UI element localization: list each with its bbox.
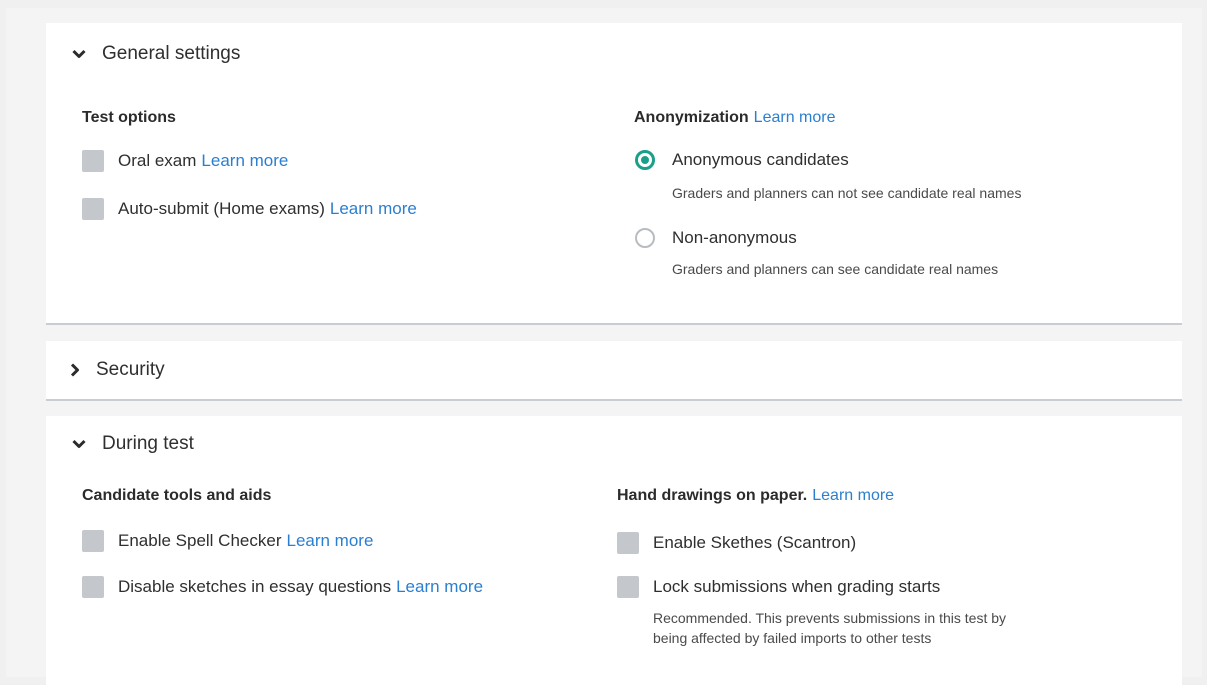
anonymization-learn-more-link[interactable]: Learn more — [754, 109, 836, 126]
during-test-panel: During test Candidate tools and aids Ena… — [46, 416, 1182, 685]
enable-sketches-checkbox[interactable] — [617, 532, 639, 554]
anonymous-candidates-radio[interactable] — [635, 150, 655, 170]
anonymous-candidates-description: Graders and planners can not see candida… — [672, 185, 1022, 201]
general-settings-title: General settings — [102, 43, 241, 64]
auto-submit-learn-more-link[interactable]: Learn more — [330, 199, 417, 219]
spell-checker-learn-more-link[interactable]: Learn more — [286, 531, 373, 551]
test-options-title: Test options — [82, 109, 176, 126]
enable-sketches-option: Enable Skethes (Scantron) — [617, 532, 856, 554]
during-test-title: During test — [102, 433, 194, 454]
during-test-header[interactable]: During test — [72, 433, 194, 455]
chevron-right-icon — [68, 363, 82, 377]
settings-page: General settings Test options Oral exam … — [6, 8, 1202, 685]
auto-submit-checkbox[interactable] — [82, 198, 104, 220]
oral-exam-learn-more-link[interactable]: Learn more — [201, 151, 288, 171]
general-settings-header[interactable]: General settings — [72, 43, 240, 65]
security-title: Security — [96, 359, 165, 380]
non-anonymous-description: Graders and planners can see candidate r… — [672, 261, 999, 277]
anonymization-label: Anonymization — [634, 109, 749, 126]
lock-submissions-description-line2: being affected by failed imports to othe… — [653, 630, 932, 646]
lock-submissions-description-line1: Recommended. This prevents submissions i… — [653, 610, 1007, 626]
auto-submit-option: Auto-submit (Home exams) Learn more — [82, 198, 417, 220]
candidate-tools-title: Candidate tools and aids — [82, 487, 272, 504]
disable-sketches-label: Disable sketches in essay questions — [118, 577, 392, 596]
lock-submissions-option: Lock submissions when grading starts — [617, 576, 940, 598]
oral-exam-option: Oral exam Learn more — [82, 150, 288, 172]
anonymous-candidates-option: Anonymous candidates — [635, 150, 849, 170]
chevron-down-icon — [72, 47, 86, 61]
oral-exam-checkbox[interactable] — [82, 150, 104, 172]
lock-submissions-checkbox[interactable] — [617, 576, 639, 598]
disable-sketches-learn-more-link[interactable]: Learn more — [396, 577, 483, 597]
spell-checker-option: Enable Spell Checker Learn more — [82, 530, 373, 552]
security-header[interactable]: Security — [68, 359, 165, 381]
disable-sketches-checkbox[interactable] — [82, 576, 104, 598]
security-panel: Security — [46, 341, 1182, 401]
oral-exam-label: Oral exam — [118, 151, 197, 170]
auto-submit-label: Auto-submit (Home exams) — [118, 199, 325, 218]
hand-drawings-title: Hand drawings on paper. Learn more — [617, 487, 894, 505]
anonymization-title: Anonymization Learn more — [634, 109, 836, 127]
chevron-down-icon — [72, 437, 86, 451]
spell-checker-checkbox[interactable] — [82, 530, 104, 552]
general-settings-panel: General settings Test options Oral exam … — [46, 23, 1182, 325]
lock-submissions-description: Recommended. This prevents submissions i… — [653, 608, 1006, 648]
spell-checker-label: Enable Spell Checker — [118, 531, 282, 550]
non-anonymous-label: Non-anonymous — [672, 228, 797, 247]
hand-drawings-learn-more-link[interactable]: Learn more — [812, 487, 894, 504]
anonymous-candidates-label: Anonymous candidates — [672, 150, 849, 169]
enable-sketches-label: Enable Skethes (Scantron) — [653, 533, 857, 552]
hand-drawings-label: Hand drawings on paper. — [617, 487, 808, 504]
non-anonymous-radio[interactable] — [635, 228, 655, 248]
disable-sketches-option: Disable sketches in essay questions Lear… — [82, 576, 483, 598]
lock-submissions-label: Lock submissions when grading starts — [653, 577, 941, 596]
non-anonymous-option: Non-anonymous — [635, 228, 797, 248]
